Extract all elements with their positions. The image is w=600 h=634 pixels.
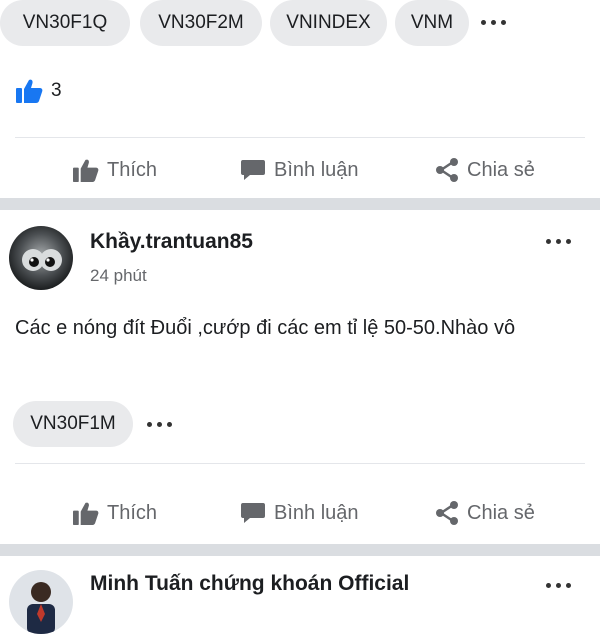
thumbs-up-icon bbox=[73, 502, 99, 525]
divider bbox=[15, 463, 585, 464]
share-icon bbox=[436, 501, 458, 525]
post-text: Các e nóng đít Đuổi ,cướp đi các em tỉ l… bbox=[15, 317, 516, 339]
thumbs-up-icon bbox=[73, 159, 99, 182]
avatar-image bbox=[9, 226, 73, 290]
post-time: 24 phút bbox=[90, 266, 147, 285]
share-icon bbox=[436, 158, 458, 182]
author-name[interactable]: Khầy.trantuan85 bbox=[90, 230, 253, 254]
comment-icon bbox=[241, 503, 265, 523]
reaction-summary[interactable]: 3 bbox=[15, 78, 62, 104]
like-label: Thích bbox=[107, 501, 158, 524]
more-tags-icon[interactable] bbox=[147, 419, 172, 429]
tag-label: VN30F1Q bbox=[22, 12, 108, 33]
thumbs-up-icon bbox=[16, 79, 43, 103]
post-separator bbox=[0, 198, 600, 210]
tag-chip[interactable]: VN30F1Q bbox=[0, 0, 130, 46]
like-button[interactable]: Thích bbox=[72, 150, 157, 190]
share-button[interactable]: Chia sẻ bbox=[435, 150, 535, 190]
post-separator bbox=[0, 544, 600, 556]
avatar[interactable] bbox=[9, 570, 73, 634]
avatar[interactable] bbox=[9, 226, 73, 290]
like-count: 3 bbox=[51, 80, 62, 101]
comment-button[interactable]: Bình luận bbox=[240, 150, 359, 190]
like-button[interactable]: Thích bbox=[72, 493, 157, 533]
comment-label: Bình luận bbox=[274, 501, 359, 524]
post-options-icon[interactable] bbox=[546, 236, 571, 246]
tag-chip[interactable]: VN30F2M bbox=[140, 0, 262, 46]
share-label: Chia sẻ bbox=[467, 158, 535, 181]
tag-label: VNM bbox=[410, 12, 454, 33]
tag-label: VN30F1M bbox=[30, 413, 116, 434]
like-label: Thích bbox=[107, 158, 158, 181]
divider bbox=[15, 137, 585, 138]
author-name[interactable]: Minh Tuấn chứng khoán Official bbox=[90, 572, 409, 596]
tag-chip[interactable]: VN30F1M bbox=[13, 401, 133, 447]
tag-label: VN30F2M bbox=[158, 12, 244, 33]
comment-label: Bình luận bbox=[274, 158, 359, 181]
post-options-icon[interactable] bbox=[546, 580, 571, 590]
share-label: Chia sẻ bbox=[467, 501, 535, 524]
comment-icon bbox=[241, 160, 265, 180]
tag-label: VNINDEX bbox=[286, 12, 371, 33]
more-tags-icon[interactable] bbox=[481, 17, 506, 27]
avatar-image bbox=[9, 570, 73, 634]
comment-button[interactable]: Bình luận bbox=[240, 493, 359, 533]
tag-chip[interactable]: VNM bbox=[395, 0, 469, 46]
tag-chip[interactable]: VNINDEX bbox=[270, 0, 387, 46]
share-button[interactable]: Chia sẻ bbox=[435, 493, 535, 533]
